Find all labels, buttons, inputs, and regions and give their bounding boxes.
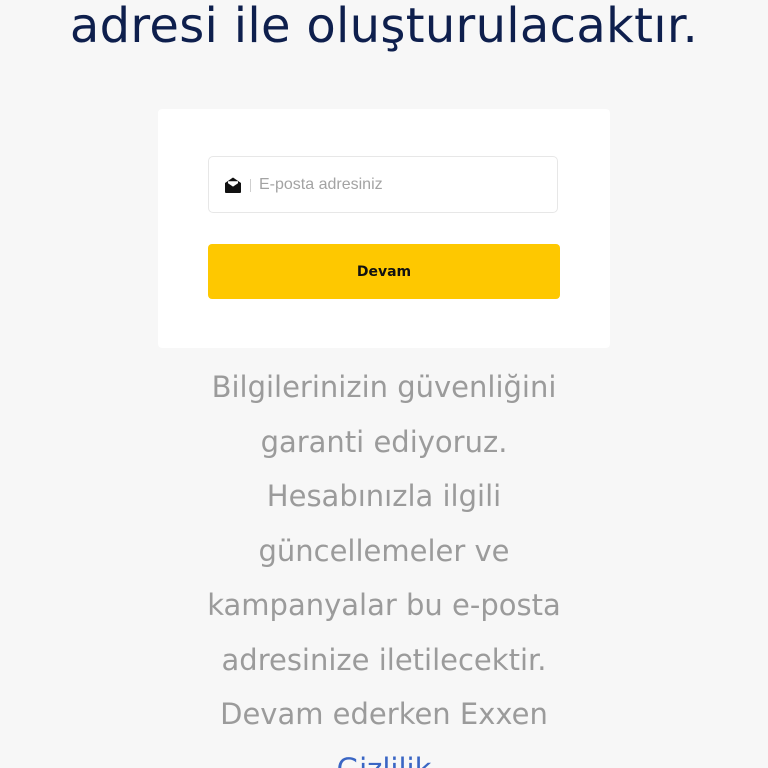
signup-page: adresi ile oluşturulacaktır. Devam Bilgi… [0, 0, 768, 768]
page-title: adresi ile oluşturulacaktır. [69, 0, 699, 54]
email-form-card: Devam [158, 109, 610, 348]
email-input[interactable] [259, 157, 549, 212]
envelope-icon [223, 175, 243, 195]
email-field[interactable] [208, 156, 558, 213]
privacy-link[interactable]: Gizlilik [337, 752, 432, 768]
info-body-text: Bilgilerinizin güvenliğini garanti ediyo… [207, 370, 561, 731]
privacy-info-text: Bilgilerinizin güvenliğini garanti ediyo… [194, 360, 574, 768]
input-divider [250, 179, 251, 192]
continue-button[interactable]: Devam [208, 244, 560, 299]
